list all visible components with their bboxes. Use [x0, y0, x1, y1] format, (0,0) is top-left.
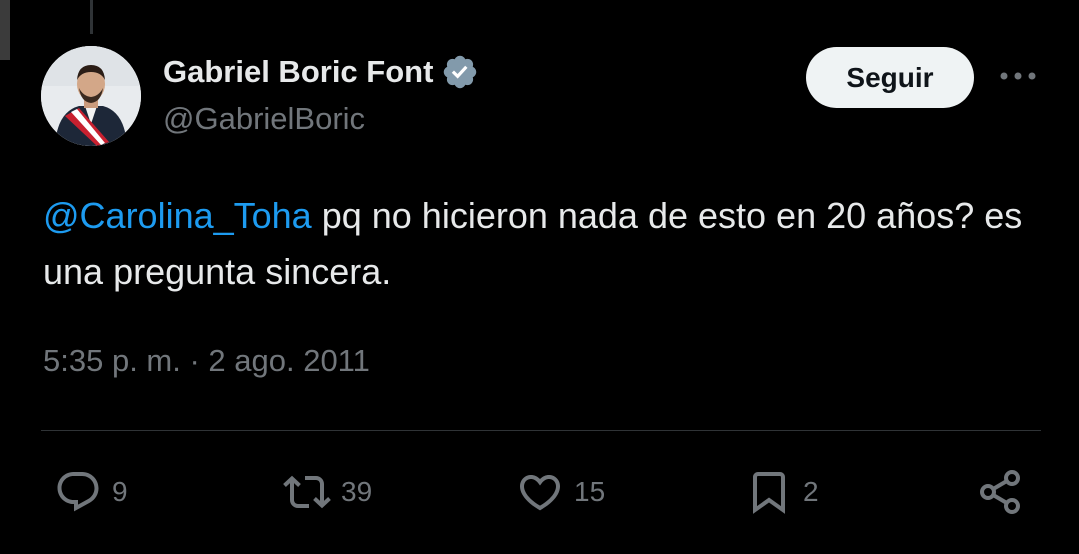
retweet-button[interactable]: 39: [283, 468, 372, 516]
author-name-row: Gabriel Boric Font: [163, 52, 479, 92]
bookmark-icon: [753, 472, 785, 514]
reply-icon: [57, 472, 99, 512]
share-button[interactable]: [976, 468, 1024, 516]
reply-count: 9: [112, 476, 128, 507]
verified-badge-icon: [444, 55, 477, 89]
bookmark-count: 2: [803, 476, 819, 507]
author-display-name[interactable]: Gabriel Boric Font: [163, 54, 433, 90]
retweet-icon: [283, 475, 331, 509]
like-button[interactable]: 15: [516, 468, 605, 516]
retweet-count: 39: [341, 476, 373, 507]
more-options-button[interactable]: [996, 58, 1040, 94]
thread-connector-line: [90, 0, 93, 34]
avatar-image: [41, 46, 141, 146]
share-icon: [980, 470, 1020, 514]
tweet-text: @Carolina_Toha pq no hicieron nada de es…: [43, 188, 1043, 300]
scrollbar-edge: [0, 0, 10, 60]
bookmark-button[interactable]: 2: [745, 468, 819, 516]
reply-button[interactable]: 9: [54, 468, 128, 516]
follow-button[interactable]: Seguir: [806, 47, 974, 108]
like-count: 15: [574, 476, 606, 507]
tweet-timestamp[interactable]: 5:35 p. m. · 2 ago. 2011: [43, 343, 370, 379]
more-dots-icon: [1000, 72, 1036, 80]
divider: [41, 430, 1041, 431]
avatar[interactable]: [41, 46, 141, 146]
author-handle[interactable]: @GabrielBoric: [163, 101, 365, 137]
heart-icon: [519, 475, 561, 511]
mention-link[interactable]: @Carolina_Toha: [43, 195, 312, 236]
